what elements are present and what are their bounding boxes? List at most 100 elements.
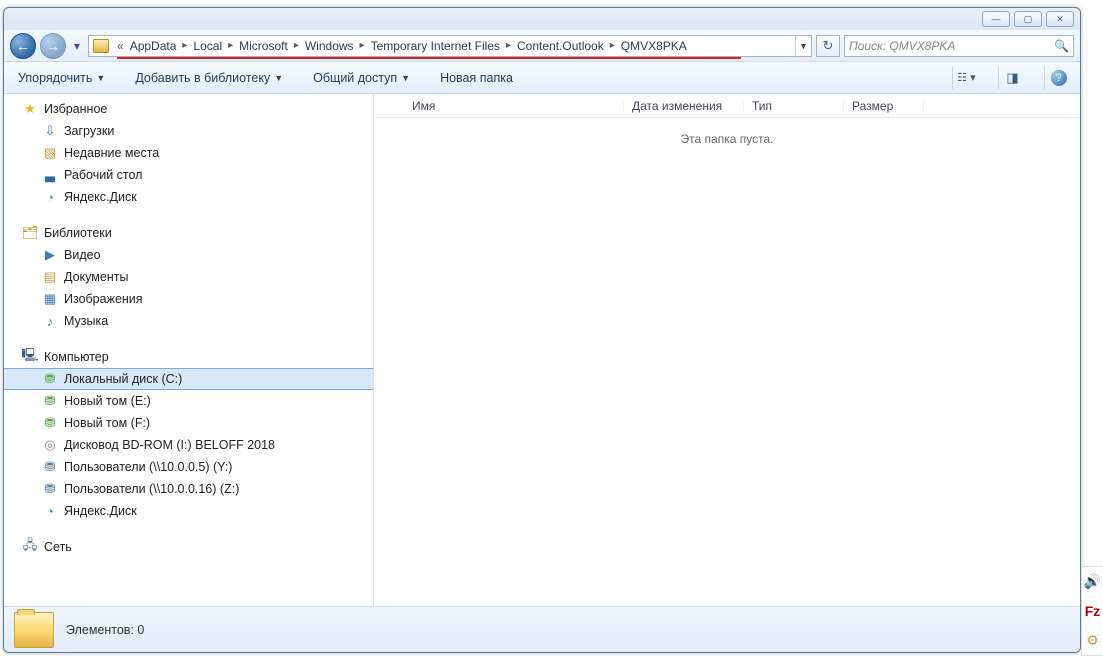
new-folder-label: Новая папка	[440, 71, 513, 85]
sidebar-item-icon: ◔	[42, 189, 58, 205]
minimize-button[interactable]: —	[982, 11, 1010, 27]
add-to-library-label: Добавить в библиотеку	[135, 71, 270, 85]
forward-button[interactable]: →	[40, 33, 66, 59]
breadcrumb: AppData▸ Local▸ Microsoft▸ Windows▸ Temp…	[128, 36, 689, 56]
sidebar-network-header[interactable]: 🖧 Сеть	[4, 536, 373, 558]
chevron-right-icon: ▸	[224, 40, 237, 51]
address-bar[interactable]: « AppData▸ Local▸ Microsoft▸ Windows▸ Te…	[88, 35, 812, 57]
column-name[interactable]: Имя	[404, 99, 624, 113]
star-icon: ★	[22, 101, 38, 117]
sidebar-item-icon: ⛃	[42, 415, 58, 431]
sidebar-item[interactable]: ⛃ Новый том (F:)	[4, 412, 373, 434]
maximize-button[interactable]: ▢	[1014, 11, 1042, 27]
sidebar-item[interactable]: ▤ Документы	[4, 266, 373, 288]
share-button[interactable]: Общий доступ ▼	[307, 68, 416, 88]
sidebar-item[interactable]: ⇩ Загрузки	[4, 120, 373, 142]
sidebar-item[interactable]: ⛃ Пользователи (\\10.0.0.16) (Z:)	[4, 478, 373, 500]
refresh-button[interactable]: ↻	[816, 35, 840, 57]
sidebar-item-icon: ⛃	[42, 371, 58, 387]
back-button[interactable]: ←	[10, 33, 36, 59]
tray-app-icon[interactable]: ⚙	[1086, 632, 1099, 649]
details-pane: Элементов: 0	[4, 606, 1080, 652]
search-input[interactable]: Поиск: QMVX8PKA 🔍	[844, 35, 1074, 57]
sidebar-item-icon: ▤	[42, 269, 58, 285]
organize-button[interactable]: Упорядочить ▼	[12, 68, 111, 88]
breadcrumb-prefix: «	[113, 39, 128, 53]
chevron-down-icon: ▼	[96, 73, 105, 83]
breadcrumb-item[interactable]: AppData	[128, 39, 179, 53]
sidebar-item[interactable]: ⛃ Локальный диск (C:)	[4, 368, 373, 390]
sidebar-item-icon: ▦	[42, 291, 58, 307]
sidebar-item[interactable]: ⛃Новый том (E:)	[4, 390, 373, 412]
chevron-right-icon: ▸	[356, 40, 369, 51]
sidebar-item[interactable]: ♪Музыка	[4, 310, 373, 332]
breadcrumb-item[interactable]: Content.Outlook	[515, 39, 606, 53]
volume-icon[interactable]: 🔊	[1084, 573, 1101, 590]
sidebar-item-label: Локальный диск (C:)	[64, 372, 182, 386]
chevron-right-icon: ▸	[290, 40, 303, 51]
command-bar: Упорядочить ▼ Добавить в библиотеку ▼ Об…	[4, 62, 1080, 94]
search-placeholder: Поиск: QMVX8PKA	[849, 39, 955, 53]
sidebar-item-icon: ⛃	[42, 481, 58, 497]
view-options-button[interactable]: ☷ ▾	[952, 67, 980, 89]
sidebar-item[interactable]: ◔Яндекс.Диск	[4, 500, 373, 522]
sidebar-item-label: Недавние места	[64, 146, 159, 160]
titlebar: — ▢ ✕	[4, 8, 1080, 30]
organize-label: Упорядочить	[18, 71, 92, 85]
sidebar-section-label: Избранное	[44, 102, 107, 116]
sidebar-item[interactable]: ▦Изображения	[4, 288, 373, 310]
address-history-dropdown[interactable]: ▼	[795, 36, 811, 56]
sidebar-item-icon: ◔	[42, 503, 58, 519]
preview-pane-button[interactable]: ◨	[998, 67, 1026, 89]
sidebar-item-icon: ♪	[42, 313, 58, 329]
chevron-right-icon: ▸	[606, 40, 619, 51]
folder-icon	[93, 39, 109, 53]
explorer-window: — ▢ ✕ ← → ▾ « AppData▸ Local▸ Microsoft▸…	[3, 7, 1081, 653]
sidebar-section-label: Библиотеки	[44, 226, 112, 240]
share-label: Общий доступ	[313, 71, 397, 85]
filezilla-icon[interactable]: Fz	[1085, 603, 1101, 619]
breadcrumb-item[interactable]: Windows	[303, 39, 356, 53]
sidebar-item[interactable]: ⛃Пользователи (\\10.0.0.5) (Y:)	[4, 456, 373, 478]
chevron-right-icon: ▸	[502, 40, 515, 51]
sidebar-item[interactable]: ◔Яндекс.Диск	[4, 186, 373, 208]
chevron-down-icon: ▼	[274, 73, 283, 83]
breadcrumb-item[interactable]: QMVX8PKA	[619, 39, 689, 53]
breadcrumb-item[interactable]: Microsoft	[237, 39, 290, 53]
sidebar-item-icon: ⛃	[42, 393, 58, 409]
libraries-icon: 🗂	[22, 225, 38, 241]
sidebar-item-label: Новый том (F:)	[64, 416, 150, 430]
column-type[interactable]: Тип	[744, 99, 844, 113]
sidebar-item[interactable]: ◎Дисковод BD-ROM (I:) BELOFF 2018	[4, 434, 373, 456]
preview-pane-icon: ◨	[1006, 70, 1018, 86]
sidebar-item-label: Загрузки	[64, 124, 114, 138]
breadcrumb-item[interactable]: Temporary Internet Files	[369, 39, 502, 53]
sidebar-item[interactable]: ▧ Недавние места	[4, 142, 373, 164]
history-dropdown[interactable]: ▾	[70, 39, 84, 53]
nav-row: ← → ▾ « AppData▸ Local▸ Microsoft▸ Windo…	[4, 30, 1080, 62]
network-icon: 🖧	[22, 539, 38, 555]
add-to-library-button[interactable]: Добавить в библиотеку ▼	[129, 68, 289, 88]
sidebar-item-icon: ◎	[42, 437, 58, 453]
close-button[interactable]: ✕	[1046, 11, 1074, 27]
sidebar-item-label: Видео	[64, 248, 101, 262]
new-folder-button[interactable]: Новая папка	[434, 68, 519, 88]
help-button[interactable]: ?	[1044, 67, 1072, 89]
sidebar-section-label: Компьютер	[44, 350, 109, 364]
breadcrumb-item[interactable]: Local	[191, 39, 224, 53]
arrow-right-icon: →	[46, 38, 60, 54]
status-text: Элементов: 0	[66, 623, 144, 637]
sidebar-item-label: Документы	[64, 270, 128, 284]
sidebar-item[interactable]: ▶ Видео	[4, 244, 373, 266]
column-date[interactable]: Дата изменения	[624, 99, 744, 113]
sidebar-libraries-header[interactable]: 🗂 Библиотеки	[4, 222, 373, 244]
sidebar-item-label: Рабочий стол	[64, 168, 142, 182]
sidebar-item[interactable]: ▃Рабочий стол	[4, 164, 373, 186]
column-size[interactable]: Размер	[844, 99, 924, 113]
sidebar-favorites-header[interactable]: ★ Избранное	[4, 98, 373, 120]
sidebar-item-icon: ▧	[42, 145, 58, 161]
sidebar-computer-header[interactable]: 🖳 Компьютер	[4, 346, 373, 368]
sidebar-item-icon: ▶	[42, 247, 58, 263]
sidebar-item-label: Пользователи (\\10.0.0.16) (Z:)	[64, 482, 239, 496]
sidebar-item-icon: ⇩	[42, 123, 58, 139]
